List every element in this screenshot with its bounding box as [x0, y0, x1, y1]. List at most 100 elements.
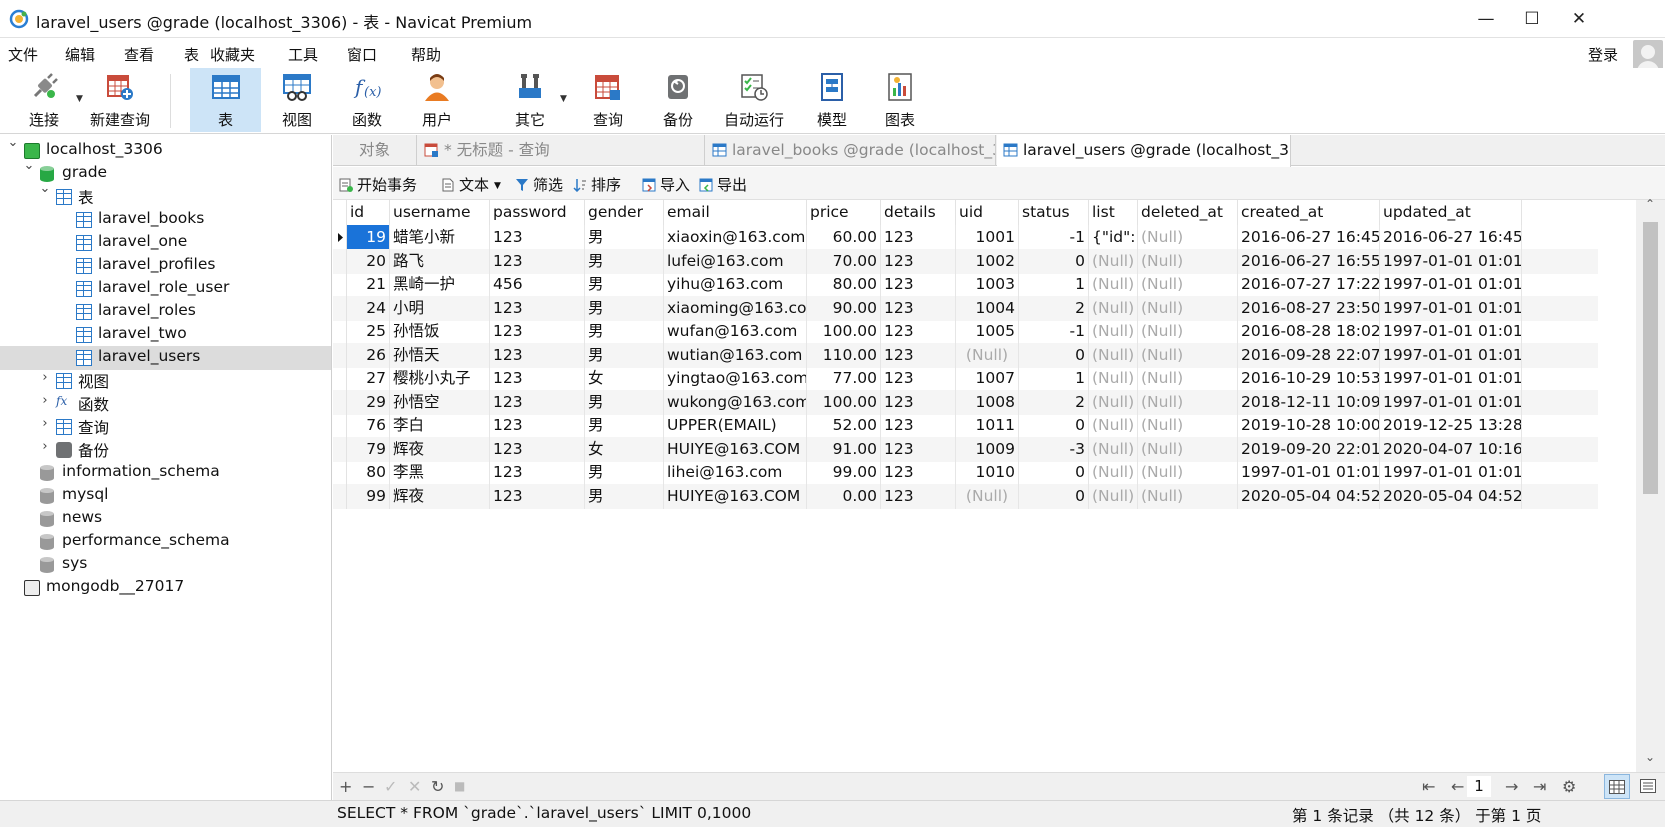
discard-changes-icon[interactable]: ✕ — [408, 777, 421, 796]
cell-details[interactable]: 123 — [881, 413, 956, 438]
cell-updated-at[interactable]: 1997-01-01 01:01:01 — [1380, 342, 1522, 368]
cell-username[interactable]: 辉夜 — [390, 483, 490, 509]
cell-created-at[interactable]: 1997-01-01 01:01:01 — [1238, 460, 1380, 485]
cell-deleted-at[interactable]: (Null) — [1138, 342, 1238, 368]
tree-item-laravel-roles[interactable]: laravel_roles — [0, 300, 331, 324]
cell-created-at[interactable]: 2016-07-27 17:22:16 — [1238, 272, 1380, 297]
cell-list[interactable]: (Null) — [1089, 436, 1138, 462]
row-marker[interactable] — [333, 436, 347, 462]
menu-file[interactable]: 文件 — [8, 44, 38, 65]
cell-email[interactable]: lufei@163.com — [664, 248, 807, 274]
cell-email[interactable]: lihei@163.com — [664, 460, 807, 485]
cell-uid[interactable]: 1010 — [956, 460, 1019, 485]
cell-updated-at[interactable]: 2016-06-27 16:45:26 — [1380, 225, 1522, 250]
cell-created-at[interactable]: 2016-06-27 16:55:56 — [1238, 248, 1380, 274]
row-marker[interactable] — [333, 413, 347, 438]
connect-button[interactable]: 连接 — [18, 68, 70, 132]
backup-button[interactable]: 备份 — [646, 68, 710, 132]
current-row-marker-icon[interactable] — [333, 225, 347, 250]
cell-created-at[interactable]: 2016-09-28 22:07:38 — [1238, 342, 1380, 368]
table-row[interactable]: 76 李白 123 男 UPPER(EMAIL) 52.00 123 1011 0 (Null)(… — [333, 413, 1598, 438]
column-header-deleted-at[interactable]: deleted_at — [1138, 200, 1238, 225]
tree-item-laravel-profiles[interactable]: laravel_profiles — [0, 254, 331, 278]
cell-list[interactable]: (Null) — [1089, 248, 1138, 274]
cell-id[interactable]: 79 — [347, 436, 390, 462]
tree-item--[interactable]: › 备份 — [0, 438, 331, 462]
row-marker[interactable] — [333, 366, 347, 391]
chart-button[interactable]: 图表 — [868, 68, 932, 132]
table-row[interactable]: 20 路飞 123 男 lufei@163.com 70.00 123 1002 0 (Null)… — [333, 248, 1598, 274]
cell-uid[interactable]: 1002 — [956, 248, 1019, 274]
cell-list[interactable]: (Null) — [1089, 342, 1138, 368]
tab-objects[interactable]: 对象 — [333, 135, 417, 166]
grid-view-icon[interactable] — [1604, 774, 1630, 799]
tree-item-mongodb-27017[interactable]: mongodb__27017 — [0, 576, 331, 600]
column-header-username[interactable]: username — [390, 200, 490, 225]
cell-id[interactable]: 19 — [347, 225, 390, 250]
table-row[interactable]: 79 辉夜 123 女 HUIYE@163.COM 91.00 123 1009 -3 (Null… — [333, 436, 1598, 462]
cell-list[interactable]: (Null) — [1089, 483, 1138, 509]
cell-gender[interactable]: 男 — [585, 413, 664, 438]
table-row[interactable]: 19 蜡笔小新 123 男 xiaoxin@163.com 60.00 123 1001 -1{… — [333, 225, 1598, 250]
model-button[interactable]: 模型 — [800, 68, 864, 132]
tree-item--[interactable]: › fx 函数 — [0, 392, 331, 416]
tree-item-news[interactable]: news — [0, 507, 331, 531]
cell-price[interactable]: 90.00 — [807, 295, 881, 321]
table-row[interactable]: 80 李黑 123 男 lihei@163.com 99.00 123 1010 0 (Null)… — [333, 460, 1598, 485]
table-row[interactable]: 27 樱桃小丸子 123 女 yingtao@163.com 77.00 123 1007 1(… — [333, 366, 1598, 391]
cell-updated-at[interactable]: 1997-01-01 01:01:01 — [1380, 295, 1522, 321]
cell-deleted-at[interactable]: (Null) — [1138, 460, 1238, 485]
column-header-price[interactable]: price — [807, 200, 881, 225]
cell-gender[interactable]: 男 — [585, 319, 664, 344]
column-header-id[interactable]: id — [347, 200, 390, 225]
cell-price[interactable]: 0.00 — [807, 483, 881, 509]
cell-username[interactable]: 黑崎一护 — [390, 272, 490, 297]
cell-status[interactable]: 0 — [1019, 413, 1089, 438]
tree-item-sys[interactable]: sys — [0, 553, 331, 577]
cell-username[interactable]: 樱桃小丸子 — [390, 366, 490, 391]
cell-uid[interactable]: 1008 — [956, 389, 1019, 415]
tree-item-localhost-3306[interactable]: ⌄ localhost_3306 — [0, 135, 331, 163]
cell-created-at[interactable]: 2019-09-20 22:01:42 — [1238, 436, 1380, 462]
row-marker[interactable] — [333, 483, 347, 509]
cell-status[interactable]: 2 — [1019, 295, 1089, 321]
cell-details[interactable]: 123 — [881, 319, 956, 344]
cell-id[interactable]: 27 — [347, 366, 390, 391]
cell-gender[interactable]: 女 — [585, 436, 664, 462]
cell-deleted-at[interactable]: (Null) — [1138, 436, 1238, 462]
column-header-gender[interactable]: gender — [585, 200, 664, 225]
chevron-right-icon[interactable]: › — [38, 393, 52, 408]
cell-id[interactable]: 26 — [347, 342, 390, 368]
cell-username[interactable]: 路飞 — [390, 248, 490, 274]
cell-gender[interactable]: 男 — [585, 248, 664, 274]
table-row[interactable]: 26 孙悟天 123 男 wutian@163.com 110.00 123 (Null) 0(… — [333, 342, 1598, 368]
cell-price[interactable]: 110.00 — [807, 342, 881, 368]
cell-email[interactable]: HUIYE@163.COM — [664, 483, 807, 509]
filter-button[interactable]: 筛选 — [515, 174, 563, 195]
cell-email[interactable]: xiaoxin@163.com — [664, 225, 807, 250]
cell-details[interactable]: 123 — [881, 342, 956, 368]
cell-list[interactable]: (Null) — [1089, 413, 1138, 438]
cell-id[interactable]: 24 — [347, 295, 390, 321]
table-row[interactable]: 24 小明 123 男 xiaoming@163.com 90.00 123 1004 2 (Nu… — [333, 295, 1598, 321]
delete-record-icon[interactable]: − — [362, 777, 375, 796]
cell-id[interactable]: 21 — [347, 272, 390, 297]
cell-list[interactable]: (Null) — [1089, 319, 1138, 344]
column-header-password[interactable]: password — [490, 200, 585, 225]
cell-status[interactable]: 1 — [1019, 366, 1089, 391]
cell-uid[interactable]: 1003 — [956, 272, 1019, 297]
tree-item-laravel-one[interactable]: laravel_one — [0, 231, 331, 255]
query-button[interactable]: 查询 — [576, 68, 640, 132]
cell-status[interactable]: 2 — [1019, 389, 1089, 415]
cell-created-at[interactable]: 2016-08-27 23:50:52 — [1238, 295, 1380, 321]
tab-laravel-users[interactable]: laravel_users @grade (localhost_330... — [997, 135, 1291, 167]
cell-password[interactable]: 123 — [490, 248, 585, 274]
stop-icon[interactable]: ■ — [454, 779, 465, 793]
cell-password[interactable]: 123 — [490, 436, 585, 462]
cell-deleted-at[interactable]: (Null) — [1138, 248, 1238, 274]
cell-uid[interactable]: 1001 — [956, 225, 1019, 250]
cell-deleted-at[interactable]: (Null) — [1138, 295, 1238, 321]
cell-details[interactable]: 123 — [881, 436, 956, 462]
cell-price[interactable]: 99.00 — [807, 460, 881, 485]
cell-uid[interactable]: (Null) — [956, 483, 1019, 509]
